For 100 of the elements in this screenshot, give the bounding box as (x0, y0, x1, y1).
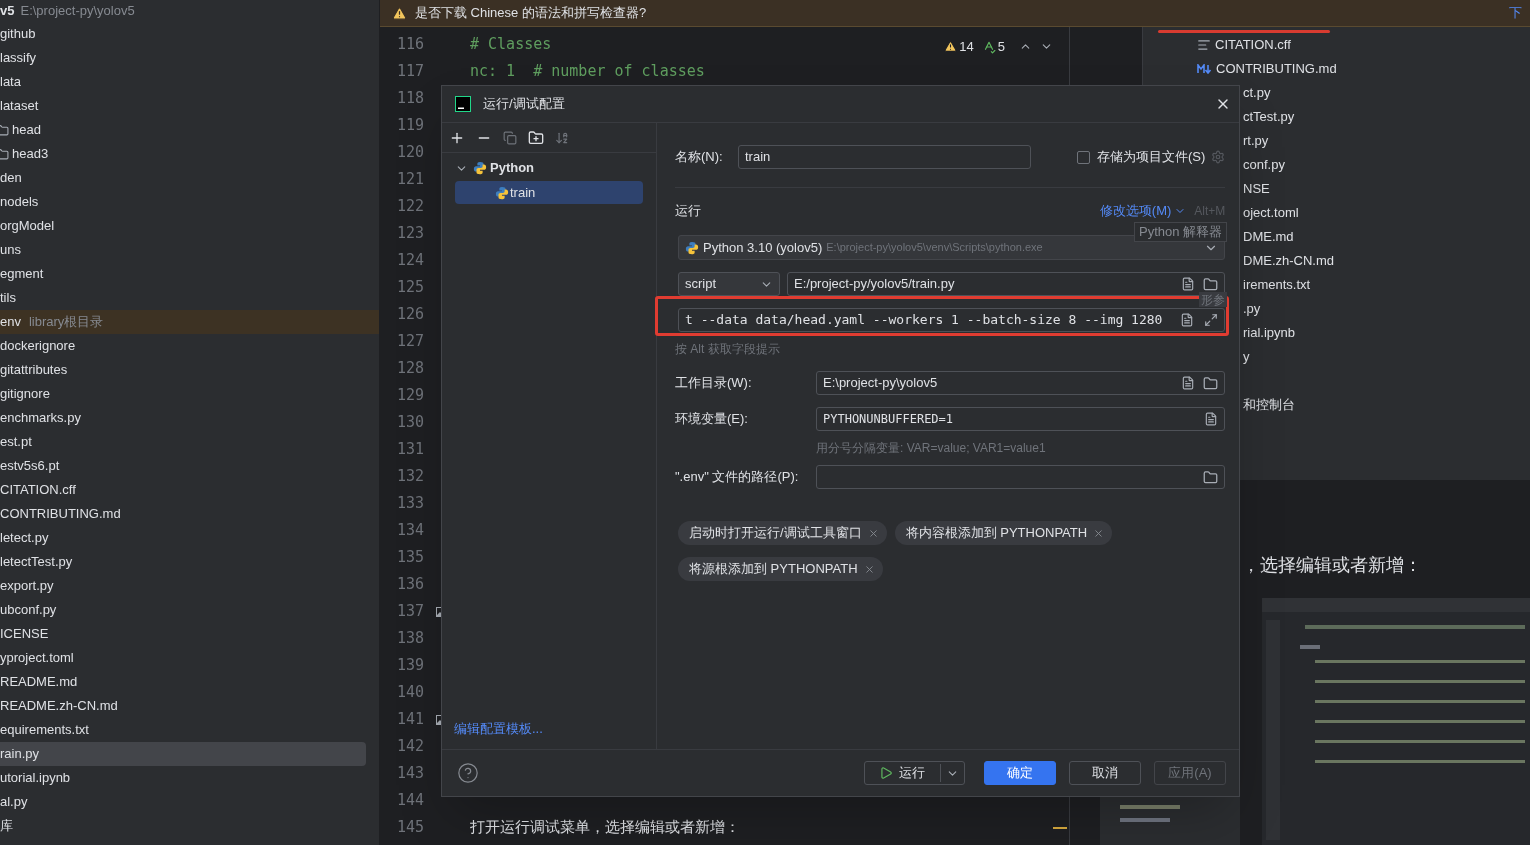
remove-icon[interactable] (1093, 527, 1105, 539)
tree-item[interactable]: ubconf.py (0, 598, 379, 622)
file-name[interactable]: conf.py (1243, 155, 1285, 175)
tree-item[interactable]: env library根目录 (0, 310, 379, 334)
line-number: 134 (395, 520, 424, 542)
tree-item[interactable]: estv5s6.pt (0, 454, 379, 478)
dialog-button[interactable]: 取消 (1069, 761, 1141, 785)
tree-item[interactable]: ICENSE (0, 622, 379, 646)
templates-link[interactable]: 编辑配置模板... (454, 720, 543, 736)
tree-item[interactable]: CONTRIBUTING.md (0, 502, 379, 526)
tree-item[interactable]: dockerignore (0, 334, 379, 358)
tree-item[interactable]: egment (0, 262, 379, 286)
tree-item[interactable]: lataset (0, 94, 379, 118)
folder-icon[interactable] (1203, 276, 1219, 292)
store-checkbox[interactable] (1077, 150, 1090, 164)
file-name[interactable]: oject.toml (1243, 203, 1299, 223)
tree-item[interactable]: letectTest.py (0, 550, 379, 574)
help-icon[interactable] (457, 762, 479, 784)
tree-item[interactable]: head (0, 118, 379, 142)
working-dir-field[interactable]: E:\project-py\yolov5 (816, 371, 1226, 395)
warning-icon (944, 40, 958, 54)
env-file-field[interactable] (816, 465, 1226, 489)
folder-icon[interactable] (1203, 469, 1219, 485)
folder-icon[interactable] (1203, 375, 1219, 391)
script-type-dropdown[interactable]: script (678, 272, 780, 296)
line-number: 122 (395, 196, 424, 218)
tree-item[interactable]: README.md (0, 670, 379, 694)
new-folder-icon[interactable] (528, 129, 544, 146)
option-chip[interactable]: 将内容根添加到 PYTHONPATH (894, 521, 1113, 545)
tree-item[interactable]: gitignore (0, 382, 379, 406)
code-line: # Classes (470, 34, 552, 56)
line-number: 145 (395, 817, 424, 839)
copy-icon[interactable] (503, 130, 517, 145)
download-link[interactable]: 下 (1509, 3, 1530, 23)
file-name: README.zh-CN.md (0, 697, 118, 716)
file-name[interactable]: NSE (1243, 179, 1270, 199)
tree-item[interactable]: den (0, 166, 379, 190)
file-name[interactable]: DME.md (1243, 227, 1294, 247)
line-number: 140 (395, 682, 424, 704)
tree-item[interactable]: export.py (0, 574, 379, 598)
document-icon[interactable] (1181, 277, 1196, 291)
name-label: 名称(N): (675, 148, 724, 167)
tree-item[interactable]: orgModel (0, 214, 379, 238)
tree-item[interactable]: enchmarks.py (0, 406, 379, 430)
script-path-field[interactable]: E:/project-py/yolov5/train.py (787, 272, 1226, 296)
tree-item[interactable]: README.zh-CN.md (0, 694, 379, 718)
tree-item[interactable]: CITATION.cff (0, 478, 379, 502)
field-hint: 按 Alt 获取字段提示 (675, 341, 780, 358)
remove-icon[interactable] (863, 563, 875, 575)
tree-item[interactable]: gitattributes (0, 358, 379, 382)
file-name[interactable]: CONTRIBUTING.md (1216, 59, 1337, 79)
document-icon[interactable] (1181, 376, 1196, 390)
tree-item[interactable]: letect.py (0, 526, 379, 550)
option-chip[interactable]: 启动时打开运行/调试工具窗口 (678, 521, 887, 545)
tree-item[interactable]: 库 (0, 814, 379, 838)
tree-item[interactable]: est.pt (0, 430, 379, 454)
tree-item[interactable]: utorial.ipynb (0, 766, 379, 790)
warning-count[interactable]: 14 (959, 37, 974, 57)
tree-item[interactable]: yproject.toml (0, 646, 379, 670)
file-name: uns (0, 241, 21, 260)
tree-item[interactable]: lassify (0, 46, 379, 70)
file-name[interactable]: ctTest.py (1243, 107, 1295, 127)
modify-options-link[interactable]: 修改选项(M) (1099, 201, 1172, 221)
document-icon[interactable] (1180, 313, 1195, 327)
tree-item[interactable]: github (0, 22, 379, 46)
file-name[interactable]: rial.ipynb (1243, 323, 1296, 343)
option-chip[interactable]: 将源根添加到 PYTHONPATH (678, 557, 883, 581)
file-name[interactable]: ct.py (1243, 83, 1271, 103)
file-name[interactable]: DME.zh-CN.md (1243, 251, 1334, 271)
dialog-button[interactable]: 确定 (984, 761, 1056, 785)
file-name[interactable]: irements.txt (1243, 275, 1311, 295)
tree-item[interactable]: tils (0, 286, 379, 310)
tree-item[interactable]: uns (0, 238, 379, 262)
line-number: 119 (395, 115, 424, 137)
file-name[interactable]: rt.py (1243, 131, 1269, 151)
parameters-field[interactable]: t --data data/head.yaml --workers 1 --batch-size 8 --img 1280 (678, 308, 1226, 332)
file-name: letect.py (0, 529, 49, 548)
tree-item[interactable]: nodels (0, 190, 379, 214)
tree-group[interactable]: Python (455, 157, 643, 179)
file-name: est.pt (0, 433, 32, 452)
file-name[interactable]: .py (1243, 299, 1261, 319)
config-item[interactable]: train (455, 181, 643, 204)
expand-icon[interactable] (1204, 313, 1219, 327)
tree-item[interactable]: lata (0, 70, 379, 94)
scroll-marker (1053, 827, 1067, 829)
remove-icon[interactable] (867, 527, 879, 539)
run-button[interactable]: 运行 (864, 761, 965, 785)
name-field[interactable]: train (738, 145, 1031, 169)
project-root[interactable]: v5 (0, 1, 15, 21)
file-name: lata (0, 73, 21, 92)
document-icon[interactable] (1204, 412, 1219, 426)
sort-icon[interactable] (555, 130, 569, 145)
file-name[interactable]: y (1243, 347, 1250, 367)
tree-item[interactable]: equirements.txt (0, 718, 379, 742)
tree-item[interactable]: rain.py (0, 742, 366, 766)
tree-item[interactable]: al.py (0, 790, 379, 814)
typo-count[interactable]: 5 (997, 37, 1005, 57)
tree-item[interactable]: head3 (0, 142, 379, 166)
env-vars-field[interactable]: PYTHONUNBUFFERED=1 (816, 407, 1226, 431)
file-name[interactable]: CITATION.cff (1215, 35, 1291, 55)
